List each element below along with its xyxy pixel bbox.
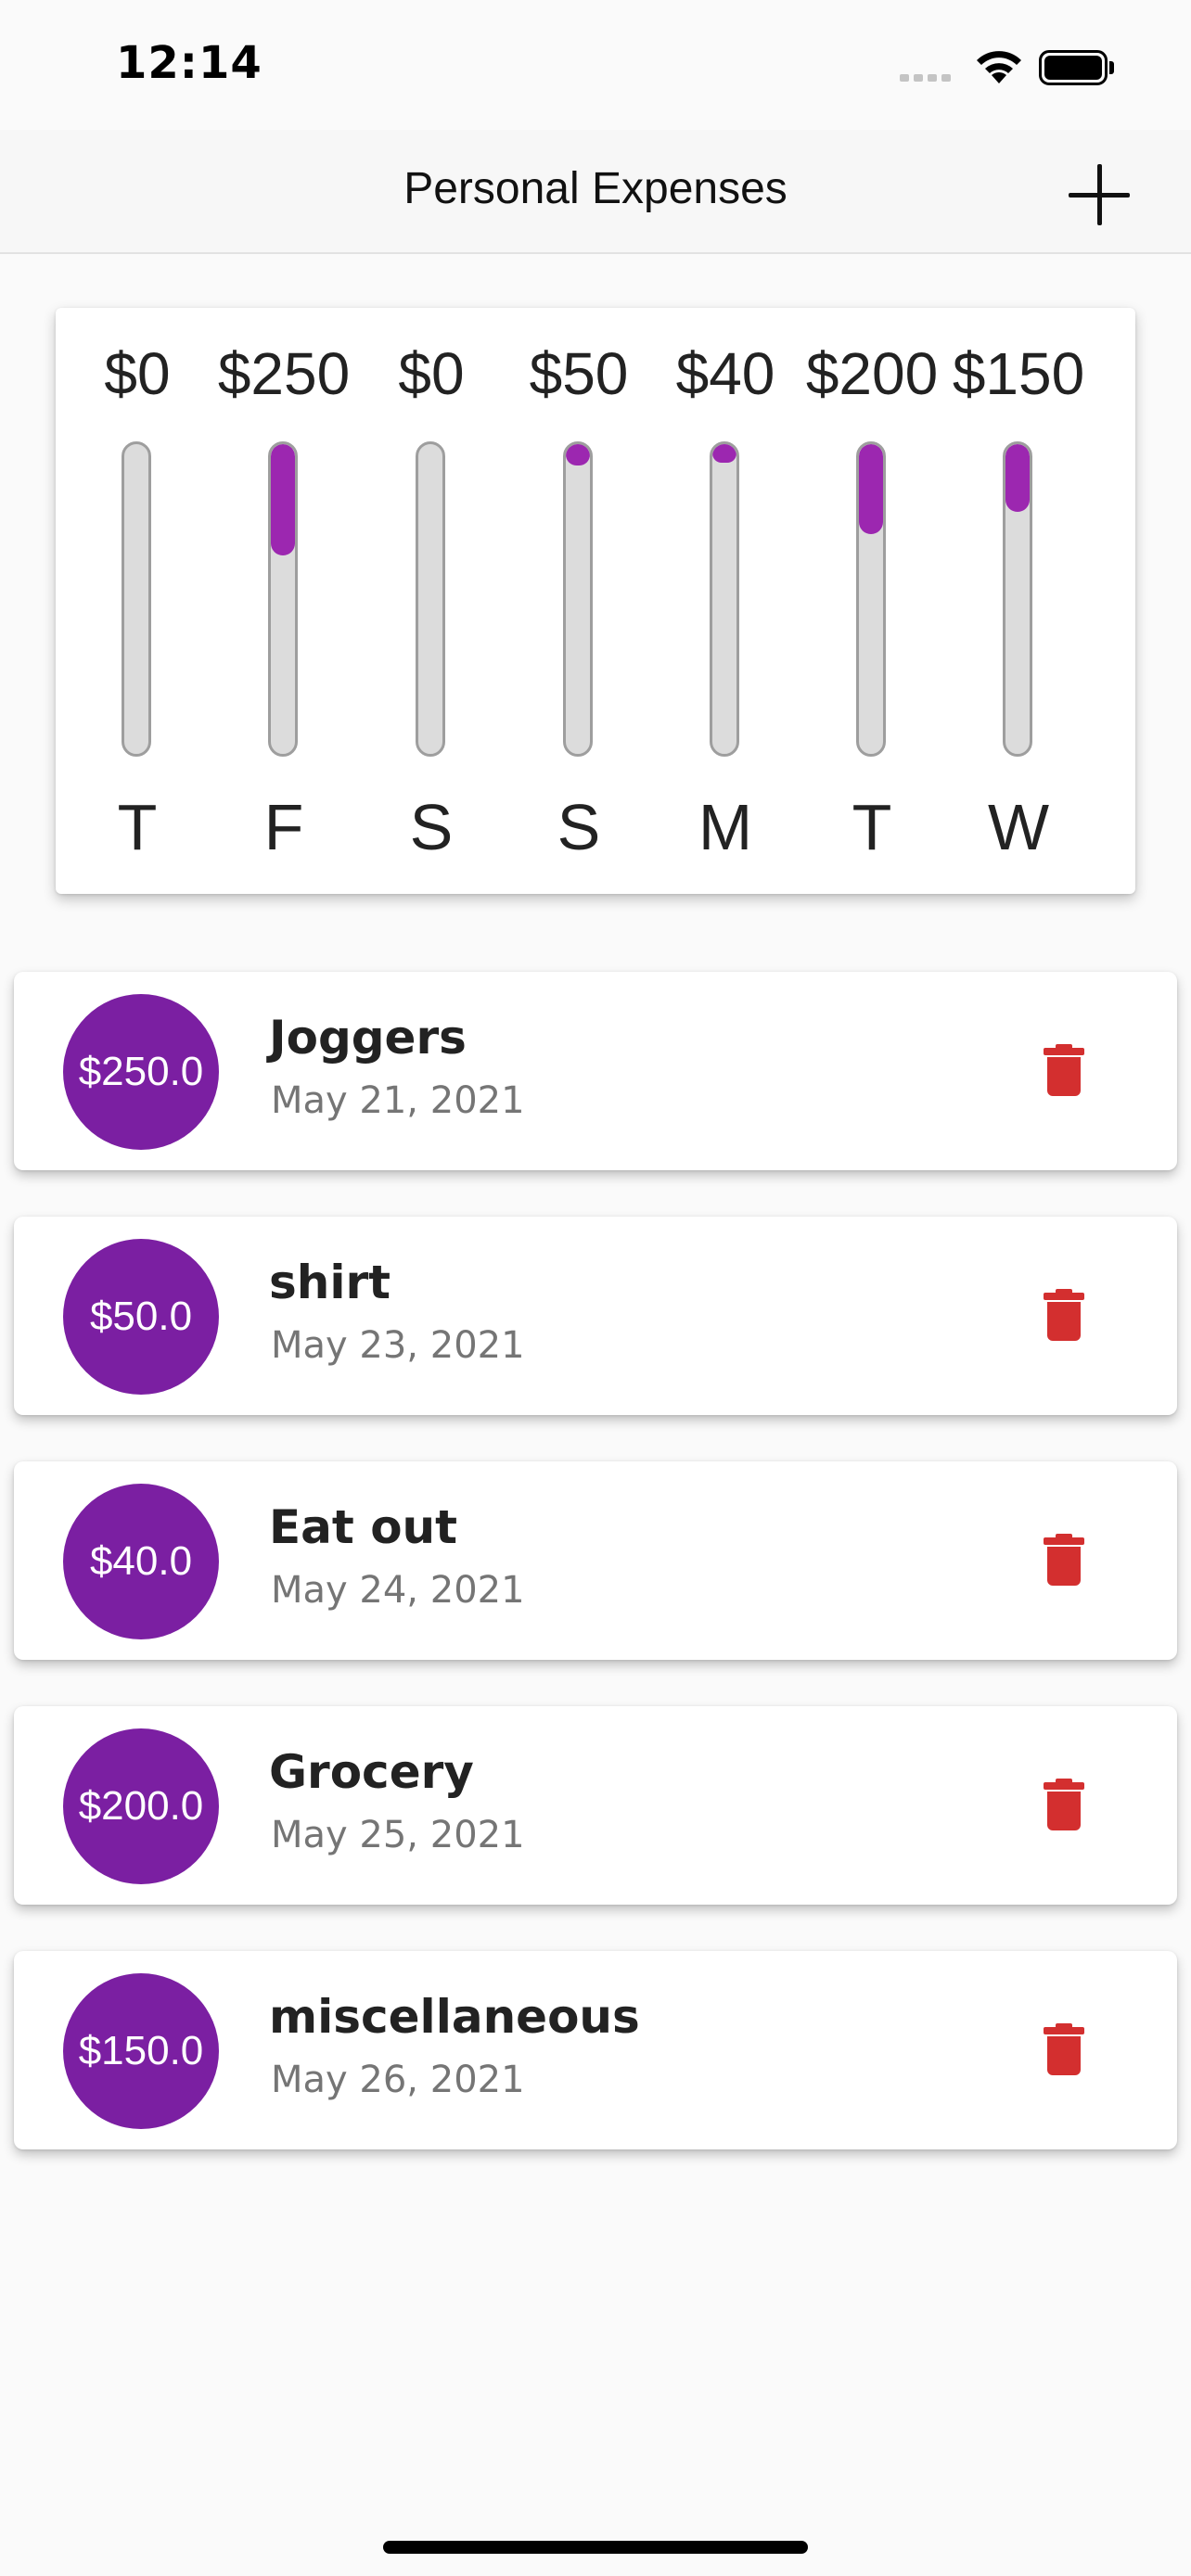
chart-bar: $50 S	[505, 308, 653, 894]
chart-bar-amount: $150	[952, 340, 1085, 407]
transaction-title: shirt	[269, 1256, 391, 1309]
chart-bar-day: T	[852, 791, 892, 863]
chart-bar-track	[710, 441, 739, 757]
app-bar: Personal Expenses	[0, 130, 1191, 254]
delete-button[interactable]	[1044, 1779, 1084, 1830]
transaction-date: May 24, 2021	[271, 1569, 525, 1612]
transaction-card: $200.0 Grocery May 25, 2021	[14, 1706, 1177, 1905]
chart-bar-amount: $40	[675, 340, 775, 407]
transaction-amount-avatar: $200.0	[63, 1728, 219, 1884]
transaction-date: May 23, 2021	[271, 1324, 525, 1367]
chart-bar-track	[856, 441, 886, 757]
transaction-date: May 26, 2021	[271, 2059, 525, 2101]
chart-bar-track	[122, 441, 151, 757]
delete-button[interactable]	[1044, 1044, 1084, 1096]
transaction-card: $50.0 shirt May 23, 2021	[14, 1217, 1177, 1415]
weekly-chart: $0 T $250 F $0 S $50 S $40 M $200 T $150…	[56, 308, 1135, 894]
transaction-amount-avatar: $250.0	[63, 994, 219, 1150]
chart-bar-day: F	[263, 791, 304, 863]
chart-bar-day: T	[117, 791, 158, 863]
cellular-signal-icon	[900, 74, 951, 82]
battery-icon	[1039, 50, 1108, 85]
wifi-icon	[977, 51, 1021, 83]
chart-bar: $200 T	[798, 308, 946, 894]
chart-bar-day: S	[557, 791, 601, 863]
chart-bar-track	[563, 441, 593, 757]
delete-button[interactable]	[1044, 1534, 1084, 1586]
delete-button[interactable]	[1044, 1289, 1084, 1341]
chart-bar-fill	[271, 444, 295, 556]
chart-bar-track	[268, 441, 298, 757]
chart-bar-amount: $50	[529, 340, 629, 407]
chart-bar-day: M	[698, 791, 753, 863]
transaction-title: miscellaneous	[269, 1990, 640, 2044]
transaction-title: Eat out	[269, 1500, 458, 1554]
transaction-title: Joggers	[269, 1011, 467, 1065]
delete-button[interactable]	[1044, 2023, 1084, 2075]
chart-bar-day: S	[409, 791, 454, 863]
transaction-date: May 25, 2021	[271, 1814, 525, 1856]
chart-bar-amount: $0	[398, 340, 465, 407]
chart-bar-amount: $0	[104, 340, 171, 407]
transaction-date: May 21, 2021	[271, 1079, 525, 1122]
chart-bar: $250 F	[210, 308, 358, 894]
chart-bar-amount: $200	[805, 340, 939, 407]
chart-bar-track	[1003, 441, 1032, 757]
chart-bar-day: W	[987, 791, 1050, 863]
chart-bar: $150 W	[944, 308, 1093, 894]
chart-bar-fill	[712, 444, 736, 464]
chart-bar: $0 T	[63, 308, 211, 894]
status-time: 12:14	[116, 37, 263, 89]
chart-bar: $40 M	[651, 308, 800, 894]
transaction-amount-avatar: $40.0	[63, 1484, 219, 1639]
chart-bar-fill	[859, 444, 883, 534]
chart-bar-fill	[1005, 444, 1030, 513]
transaction-card: $40.0 Eat out May 24, 2021	[14, 1461, 1177, 1660]
transaction-card: $150.0 miscellaneous May 26, 2021	[14, 1951, 1177, 2149]
transaction-card: $250.0 Joggers May 21, 2021	[14, 972, 1177, 1170]
status-bar: 12:14	[0, 0, 1191, 130]
add-transaction-button[interactable]	[1067, 162, 1132, 227]
chart-bar-amount: $250	[217, 340, 351, 407]
chart-bar-fill	[566, 444, 590, 466]
home-indicator	[383, 2541, 808, 2554]
transaction-title: Grocery	[269, 1745, 474, 1799]
chart-bar-track	[416, 441, 445, 757]
battery-tip	[1109, 61, 1114, 74]
transaction-amount-avatar: $50.0	[63, 1239, 219, 1395]
page-title: Personal Expenses	[403, 164, 788, 213]
transaction-amount-avatar: $150.0	[63, 1973, 219, 2129]
chart-bar: $0 S	[357, 308, 506, 894]
